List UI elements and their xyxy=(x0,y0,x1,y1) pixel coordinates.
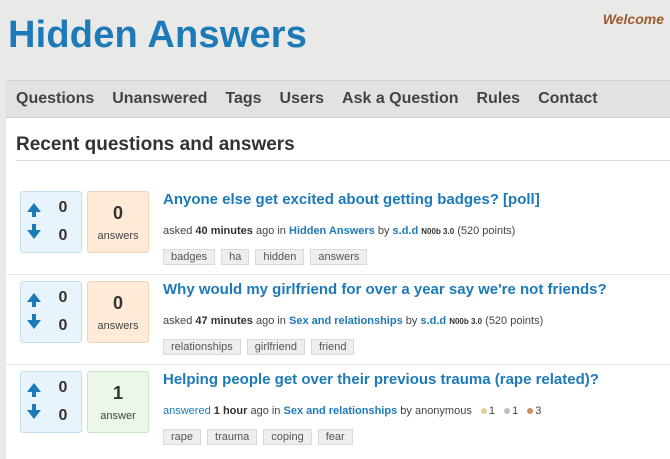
meta-time: 1 hour xyxy=(213,405,248,417)
tag[interactable]: badges xyxy=(163,249,216,265)
user-link[interactable]: s.d.d xyxy=(393,225,419,237)
user-name: anonymous xyxy=(414,405,472,417)
nav-questions[interactable]: Questions xyxy=(16,90,94,108)
tag[interactable]: fear xyxy=(317,429,353,445)
vote-down-icon[interactable] xyxy=(27,224,41,239)
meta-by: by xyxy=(405,315,418,327)
answer-count-box: 1 answer xyxy=(87,371,149,433)
tag[interactable]: coping xyxy=(263,429,312,445)
downvote-count: 0 xyxy=(58,317,68,334)
meta-ago: ago in xyxy=(250,405,281,417)
badge-count: 3 xyxy=(535,405,542,417)
tag[interactable]: trauma xyxy=(207,429,258,445)
bronze-badge-icon xyxy=(527,407,534,414)
tag[interactable]: relationships xyxy=(163,339,241,355)
meta-time: 40 minutes xyxy=(195,225,253,237)
nav-ask-question[interactable]: Ask a Question xyxy=(342,90,458,108)
category-link[interactable]: Sex and relationships xyxy=(289,315,403,327)
meta-by: by xyxy=(377,225,390,237)
vote-up-icon[interactable] xyxy=(27,203,41,217)
nav-unanswered[interactable]: Unanswered xyxy=(112,90,207,108)
downvote-count: 0 xyxy=(58,407,68,424)
question-item: 0 0 0 answers Why would my girlfriend fo… xyxy=(6,275,670,365)
tag[interactable]: answers xyxy=(310,249,368,265)
vote-down-icon[interactable] xyxy=(27,404,41,419)
tag[interactable]: hidden xyxy=(255,249,305,265)
nav-contact[interactable]: Contact xyxy=(538,90,598,108)
meta-by: by xyxy=(400,405,412,417)
question-item: 0 0 0 answers Anyone else get excited ab… xyxy=(6,185,670,275)
site-title[interactable]: Hidden Answers xyxy=(8,14,307,57)
title-divider xyxy=(16,160,670,161)
vote-box: 0 0 xyxy=(20,281,82,343)
tag[interactable]: girlfriend xyxy=(246,339,305,355)
main-content: Recent questions and answers 0 0 0 answe… xyxy=(6,118,670,459)
upvote-count: 0 xyxy=(58,289,68,306)
vote-box: 0 0 xyxy=(20,191,82,253)
user-title: N00b 3.0 xyxy=(449,317,483,326)
question-meta: asked 40 minutes ago in Hidden Answers b… xyxy=(163,225,515,237)
vote-box: 0 0 xyxy=(20,371,82,433)
silver-badge-icon xyxy=(504,407,511,414)
nav-tags[interactable]: Tags xyxy=(225,90,261,108)
tag[interactable]: friend xyxy=(310,339,355,355)
welcome-text: Welcome xyxy=(602,11,664,27)
meta-ago: ago in xyxy=(255,315,286,327)
page-title: Recent questions and answers xyxy=(16,134,295,155)
meta-action-link[interactable]: answered xyxy=(163,405,211,417)
question-item: 0 0 1 answer Helping people get over the… xyxy=(6,365,670,455)
badge-count: 1 xyxy=(512,405,519,417)
answer-count: 0 xyxy=(112,293,123,313)
upvote-count: 0 xyxy=(58,379,68,396)
tag-list: relationships girlfriend friend xyxy=(163,339,360,355)
user-link[interactable]: s.d.d xyxy=(420,315,446,327)
category-link[interactable]: Sex and relationships xyxy=(284,405,398,417)
meta-action: asked xyxy=(163,225,193,237)
main-nav: Questions Unanswered Tags Users Ask a Qu… xyxy=(6,80,670,118)
meta-time: 47 minutes xyxy=(195,315,253,327)
answer-count: 0 xyxy=(112,203,123,223)
vote-up-icon[interactable] xyxy=(27,383,41,397)
question-title-link[interactable]: Helping people get over their previous t… xyxy=(163,371,599,388)
meta-action: asked xyxy=(163,315,193,327)
vote-up-icon[interactable] xyxy=(27,293,41,307)
question-meta: asked 47 minutes ago in Sex and relation… xyxy=(163,315,543,327)
upvote-count: 0 xyxy=(58,199,68,216)
gold-badge-icon xyxy=(480,407,487,414)
question-meta: answered 1 hour ago in Sex and relations… xyxy=(163,405,541,417)
answer-count-label: answers xyxy=(97,230,139,242)
answer-count-box: 0 answers xyxy=(87,191,149,253)
nav-rules[interactable]: Rules xyxy=(477,90,521,108)
question-title-link[interactable]: Anyone else get excited about getting ba… xyxy=(163,191,540,208)
answer-count-label: answers xyxy=(97,320,139,332)
question-list: 0 0 0 answers Anyone else get excited ab… xyxy=(6,185,670,455)
vote-down-icon[interactable] xyxy=(27,314,41,329)
tag-list: badges ha hidden answers xyxy=(163,249,373,265)
downvote-count: 0 xyxy=(58,227,68,244)
meta-ago: ago in xyxy=(255,225,286,237)
tag-list: rape trauma coping fear xyxy=(163,429,359,445)
nav-users[interactable]: Users xyxy=(280,90,324,108)
question-title-link[interactable]: Why would my girlfriend for over a year … xyxy=(163,281,607,298)
user-points: (520 points) xyxy=(457,225,516,237)
badge-count: 1 xyxy=(488,405,496,417)
user-points: (520 points) xyxy=(485,315,544,327)
answer-count-label: answer xyxy=(100,410,136,422)
tag[interactable]: rape xyxy=(163,429,202,445)
answer-count-box: 0 answers xyxy=(87,281,149,343)
user-title: N00b 3.0 xyxy=(421,227,455,236)
category-link[interactable]: Hidden Answers xyxy=(289,225,375,237)
answer-count: 1 xyxy=(112,383,123,403)
tag[interactable]: ha xyxy=(221,249,250,265)
